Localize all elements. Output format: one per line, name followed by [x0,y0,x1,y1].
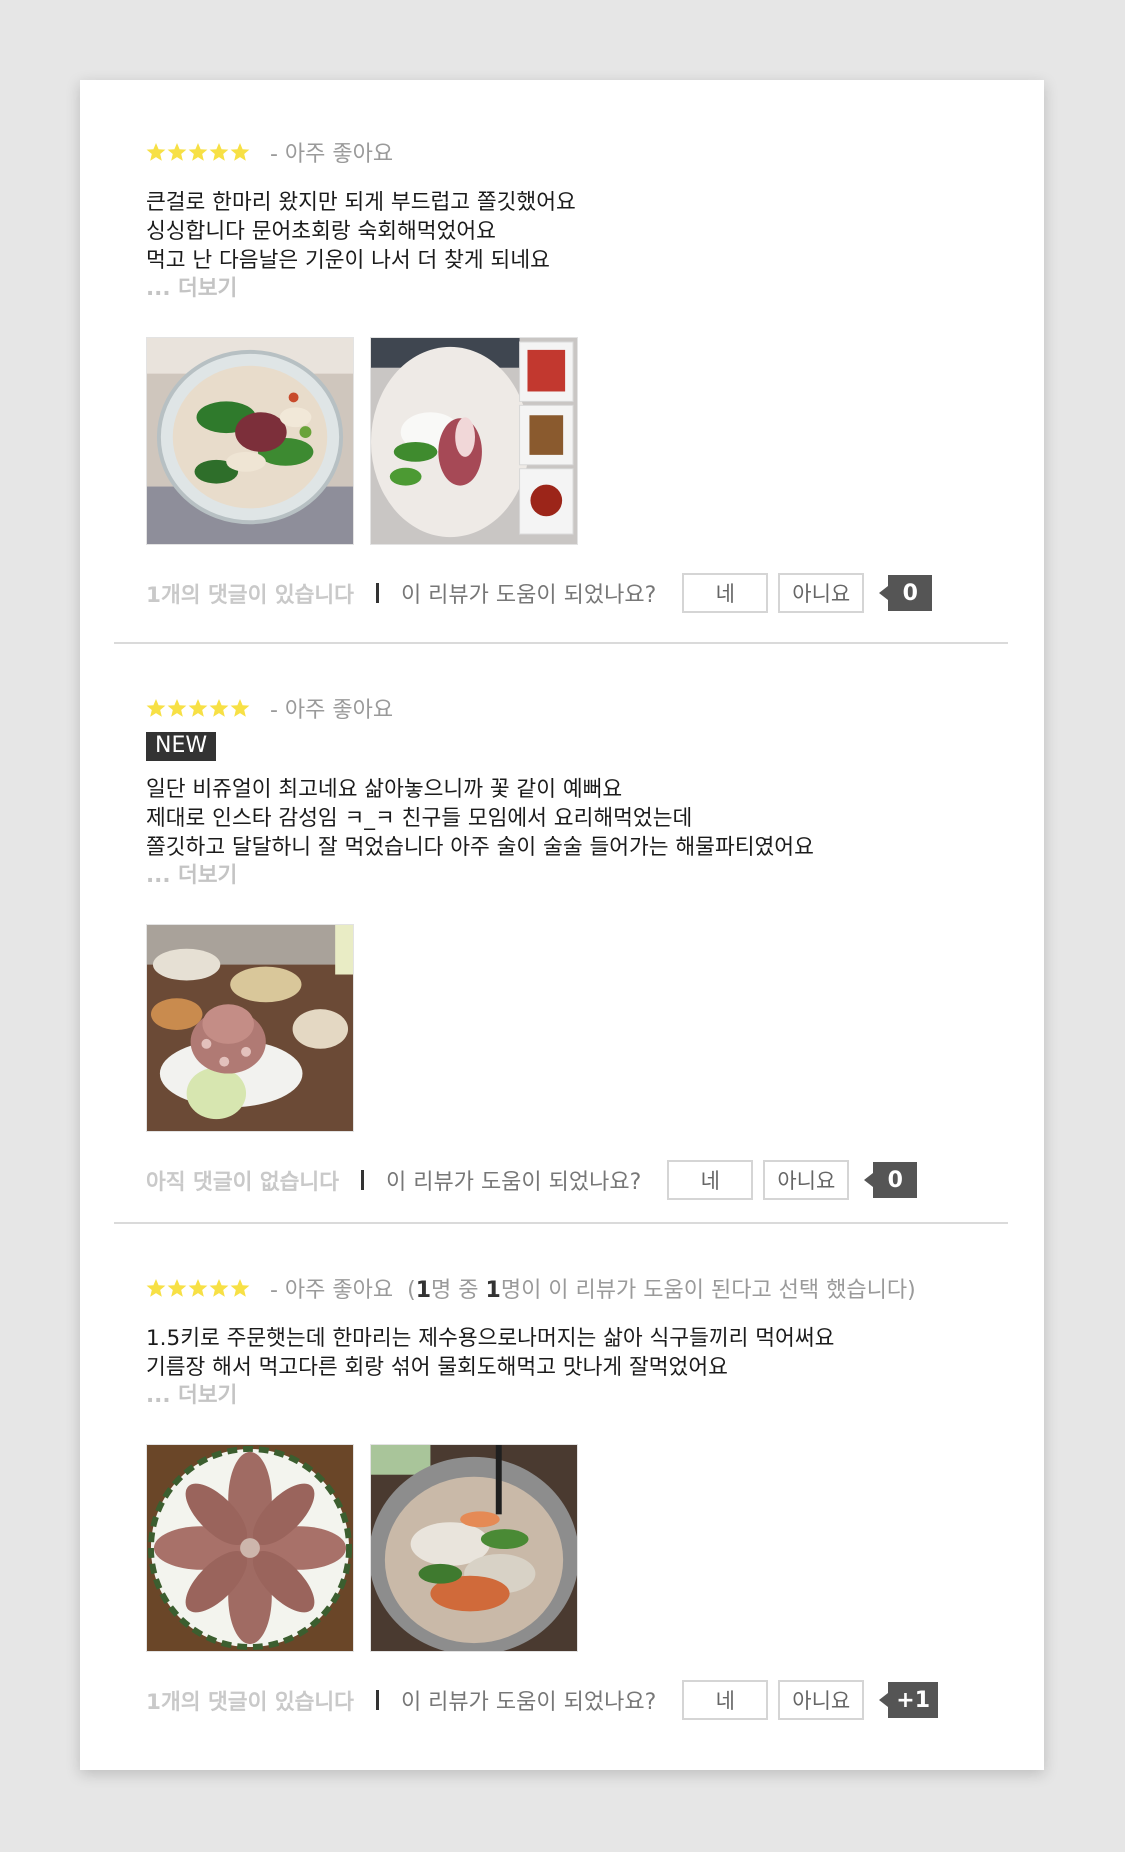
star-icon [146,1279,166,1297]
helpful-count-badge: 0 [879,575,933,611]
star-rating [146,698,250,718]
review-photos [146,924,986,1132]
review-list-card: - 아주 좋아요 큰걸로 한마리 왔지만 되게 부드럽고 쫄깃했어요 싱싱합니다… [80,80,1044,1770]
helpful-yes-button[interactable]: 네 [682,1680,769,1720]
review-item: - 아주 좋아요 NEW 일단 비쥬얼이 최고네요 삶아놓으니까 꽃 같이 예뻐… [146,688,986,1201]
helpful-no-button[interactable]: 아니요 [763,1160,850,1200]
read-more-link[interactable]: ... 더보기 [146,1382,986,1410]
boiled-octopus-plate-photo[interactable] [146,1444,354,1652]
helpful-summary-prefix: ( [407,1278,416,1303]
star-icon [146,143,166,161]
review-line: 쫄깃하고 달달하니 잘 먹었습니다 아주 술이 술술 들어가는 해물파티였어요 [146,835,814,860]
helpful-question: 이 리뷰가 도움이 되었나요? [400,583,657,608]
star-icon [230,143,250,161]
review-footer: 아직 댓글이 없습니다 이 리뷰가 도움이 되었나요? 네 아니요 0 [146,1159,986,1201]
star-rating [146,1278,250,1298]
star-icon [188,699,208,717]
helpful-summary-suffix: 명이 이 리뷰가 도움이 된다고 선택 했습니다) [500,1278,916,1303]
octopus-salad-bowl-photo[interactable] [146,337,354,545]
review-item: - 아주 좋아요 (1명 중 1명이 이 리뷰가 도움이 된다고 선택 했습니다… [146,1268,986,1721]
review-photos [146,1444,986,1652]
star-icon [209,1279,229,1297]
comments-link[interactable]: 아직 댓글이 없습니다 [146,1165,339,1196]
star-icon [209,143,229,161]
rating-row: - 아주 좋아요 [146,688,986,728]
read-more-link[interactable]: ... 더보기 [146,862,986,890]
review-text: 일단 비쥬얼이 최고네요 삶아놓으니까 꽃 같이 예뻐요 제대로 인스타 감성임… [146,775,986,862]
helpful-question: 이 리뷰가 도움이 되었나요? [400,1690,657,1715]
star-icon [188,1279,208,1297]
mulhoe-bowl-photo[interactable] [370,1444,578,1652]
review-footer: 1개의 댓글이 있습니다 이 리뷰가 도움이 되었나요? 네 아니요 +1 [146,1679,986,1721]
review-text: 1.5키로 주문햇는데 한마리는 제수용으로나머지는 삶아 식구들끼리 먹어써요… [146,1324,986,1382]
review-divider [114,1222,1008,1224]
star-icon [167,1279,187,1297]
divider-bar [361,1170,364,1190]
comments-link[interactable]: 1개의 댓글이 있습니다 [146,578,354,609]
divider-bar [375,1690,379,1710]
star-icon [188,143,208,161]
review-line: 싱싱합니다 문어초회랑 숙회해먹었어요 [146,219,496,244]
helpful-summary-mid: 명 중 [431,1278,486,1303]
star-icon [230,1279,250,1297]
review-line: 기름장 해서 먹고다른 회랑 섞어 물회도해먹고 맛나게 잘먹었어요 [146,1355,728,1380]
review-line: 1.5키로 주문햇는데 한마리는 제수용으로나머지는 삶아 식구들끼리 먹어써요 [146,1326,835,1351]
rating-label: - 아주 좋아요 [270,698,394,723]
read-more-link[interactable]: ... 더보기 [146,275,986,303]
octopus-sashimi-plate-photo[interactable] [370,337,578,545]
helpful-yes-button[interactable]: 네 [682,573,769,613]
rating-row: - 아주 좋아요 (1명 중 1명이 이 리뷰가 도움이 된다고 선택 했습니다… [146,1268,986,1308]
star-icon [209,699,229,717]
helpful-no-button[interactable]: 아니요 [778,573,865,613]
helpful-question: 이 리뷰가 도움이 되었나요? [386,1170,642,1195]
review-item: - 아주 좋아요 큰걸로 한마리 왔지만 되게 부드럽고 쫄깃했어요 싱싱합니다… [146,132,986,614]
helpful-yes-button[interactable]: 네 [667,1160,754,1200]
star-icon [167,143,187,161]
whole-boiled-octopus-party-photo[interactable] [146,924,354,1132]
helpful-count-badge: 0 [864,1162,918,1198]
comments-link[interactable]: 1개의 댓글이 있습니다 [146,1685,354,1716]
rating-label: - 아주 좋아요 [270,1278,394,1303]
review-line: 먹고 난 다음날은 기운이 나서 더 찾게 되네요 [146,248,550,273]
star-icon [146,699,166,717]
review-divider [114,642,1008,644]
star-icon [167,699,187,717]
review-footer: 1개의 댓글이 있습니다 이 리뷰가 도움이 되었나요? 네 아니요 0 [146,572,986,614]
helpful-count-badge: +1 [879,1682,939,1718]
helpful-summary-count: 1 [485,1278,501,1303]
star-icon [230,699,250,717]
star-rating [146,142,250,162]
rating-row: - 아주 좋아요 [146,132,986,172]
helpful-summary: (1명 중 1명이 이 리뷰가 도움이 된다고 선택 했습니다) [407,1272,916,1304]
new-badge: NEW [146,732,217,761]
review-photos [146,337,986,545]
review-line: 큰걸로 한마리 왔지만 되게 부드럽고 쫄깃했어요 [146,190,576,215]
review-text: 큰걸로 한마리 왔지만 되게 부드럽고 쫄깃했어요 싱싱합니다 문어초회랑 숙회… [146,188,986,275]
review-line: 제대로 인스타 감성임 ㅋ_ㅋ 친구들 모임에서 요리해먹었는데 [146,806,693,831]
divider-bar [375,583,379,603]
rating-label: - 아주 좋아요 [270,142,394,167]
review-line: 일단 비쥬얼이 최고네요 삶아놓으니까 꽃 같이 예뻐요 [146,777,623,802]
helpful-no-button[interactable]: 아니요 [778,1680,865,1720]
helpful-summary-count: 1 [415,1278,432,1303]
